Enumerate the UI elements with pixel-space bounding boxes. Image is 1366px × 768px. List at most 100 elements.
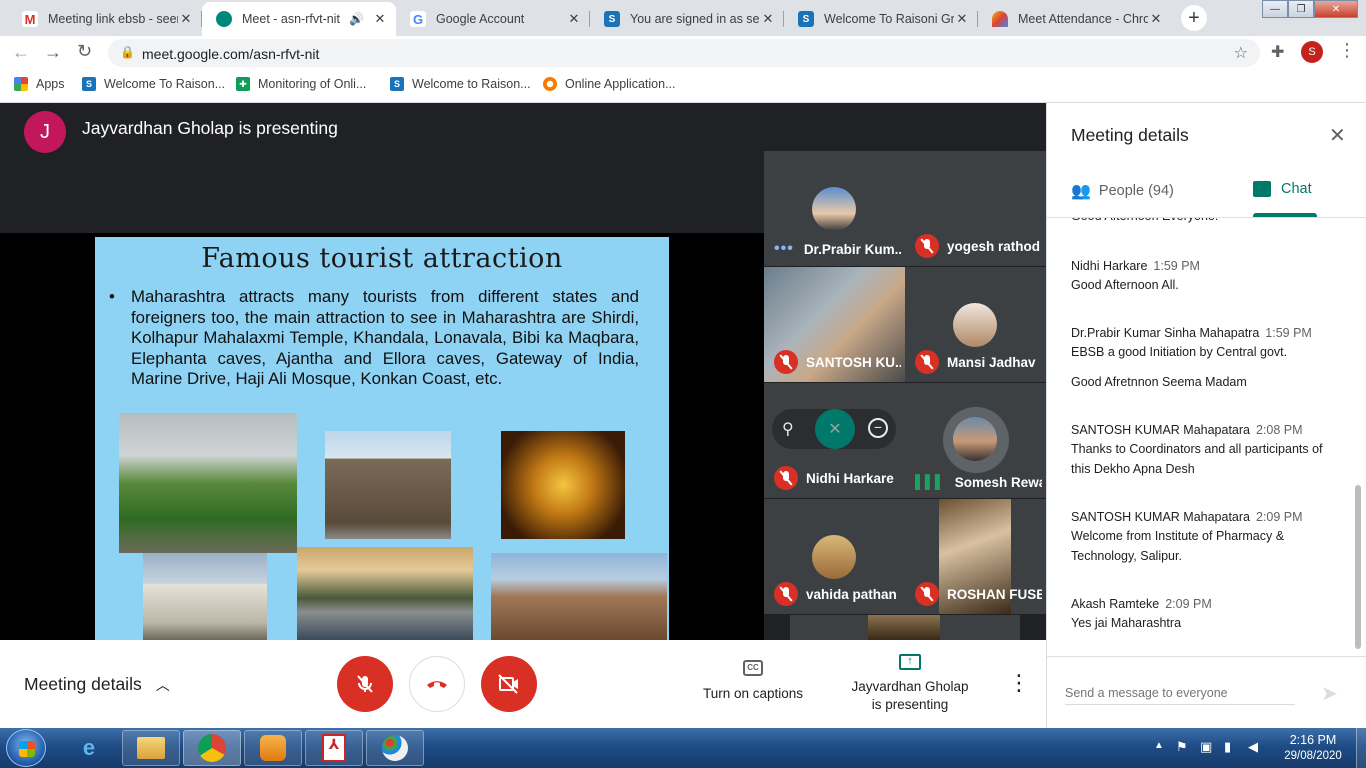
volume-icon[interactable]: ◀ [1248,739,1258,755]
presenting-label-line1: Jayvardhan Gholap [851,679,969,694]
mute-participant-icon[interactable]: ✕ [815,409,855,449]
bookmark-label: Monitoring of Onli... [258,77,367,91]
avatar [953,417,997,461]
tab-signed-in[interactable]: S You are signed in as seem ✕ [590,2,784,36]
reload-icon[interactable]: ↻ [77,41,92,62]
photo-bibi-ka-maqbara [143,553,267,640]
remove-icon[interactable]: − [868,418,888,438]
show-hidden-icons[interactable]: ▲ [1154,740,1164,751]
device-icon[interactable]: ▣ [1200,739,1212,755]
participant-tile[interactable]: SANTOSH KU... [764,267,905,382]
leave-call-button[interactable] [409,656,465,712]
participant-tile[interactable]: ••• Dr.Prabir Kum... [764,151,905,266]
chat-message-input[interactable] [1065,681,1295,705]
avatar [812,187,856,231]
captions-button[interactable]: CC Turn on captions [696,660,810,701]
flag-icon[interactable]: ⚑ [1176,739,1188,755]
taskbar-media-player[interactable] [244,730,302,766]
participant-tile[interactable]: ⚲ ✕ − Nidhi Harkare [764,383,905,498]
photo-hill-road [119,413,297,553]
tab-meet-attendance[interactable]: Meet Attendance - Chro ✕ [978,2,1172,36]
tab-people[interactable]: 👥 People (94) [1071,181,1174,201]
close-icon[interactable]: ✕ [566,11,582,27]
close-panel-icon[interactable]: ✕ [1329,123,1346,148]
forward-icon[interactable]: → [44,42,62,63]
profile-avatar[interactable]: S [1301,41,1323,63]
address-bar[interactable]: 🔒 meet.google.com/asn-rfvt-nit ☆ [108,39,1260,67]
lock-icon[interactable]: 🔒 [120,45,135,59]
taskbar-chrome[interactable] [183,730,241,766]
chat-scrollbar[interactable] [1355,485,1361,649]
message-text: Good Afretnnon Seema Madam [1071,375,1247,389]
chat-message: SANTOSH KUMAR Mahapatara 2:08 PM Thanks t… [1071,420,1341,479]
system-clock[interactable]: 2:16 PM 29/08/2020 [1276,732,1350,764]
extensions-puzzle-icon[interactable]: ✚ [1271,42,1284,62]
network-icon[interactable]: ▮ [1224,739,1231,755]
close-icon[interactable]: ✕ [372,11,388,27]
meet-icon [216,11,232,27]
minimize-button[interactable]: — [1262,0,1288,18]
message-text: Good Afternoon All. [1071,278,1179,292]
participant-tile[interactable]: vahida pathan [764,499,905,614]
presenting-status-button[interactable]: ↑ Jayvardhan Gholap is presenting [840,654,980,714]
taskbar-explorer[interactable] [122,730,180,766]
send-icon[interactable]: ➤ [1321,681,1338,706]
mic-off-icon [915,582,939,606]
presentation-slide: Famous tourist attraction • Maharashtra … [95,237,669,640]
close-icon[interactable]: ✕ [1148,11,1164,27]
camera-toggle-button[interactable] [481,656,537,712]
menu-kebab-icon[interactable]: ⋮ [1338,40,1356,61]
new-tab-button[interactable]: + [1181,5,1207,31]
participant-tile[interactable]: ROSHAN FUSE [905,499,1046,614]
s-icon: S [604,11,620,27]
tab-chat[interactable]: Chat [1253,181,1312,197]
s-icon: S [390,77,404,91]
bookmark-monitoring[interactable]: ✚ Monitoring of Onli... [236,77,366,91]
chat-bubble-icon [1253,181,1271,197]
message-sender: Dr.Prabir Kumar Sinha Mahapatra [1071,326,1260,340]
media-player-icon [260,735,286,761]
chat-message: SANTOSH KUMAR Mahapatara 2:09 PM Welcome … [1071,507,1341,566]
audio-level-icon: ▌▌▌ [915,474,945,490]
meeting-details-label: Meeting details [24,674,142,694]
window-close-button[interactable]: ✕ [1314,0,1358,18]
browser-tab-strip: M Meeting link ebsb - seem ✕ Meet - asn-… [0,0,1366,36]
back-icon[interactable]: ← [12,42,30,63]
speaker-icon[interactable]: 🔊 [349,12,364,26]
tab-gmail[interactable]: M Meeting link ebsb - seem ✕ [8,2,202,36]
video-feed [868,615,940,640]
star-icon[interactable]: ☆ [1234,43,1248,63]
bookmark-raisoni-2[interactable]: S Welcome to Raison... [390,77,531,91]
close-icon[interactable]: ✕ [178,11,194,27]
show-desktop-button[interactable] [1356,728,1366,768]
message-text: EBSB a good Initiation by Central govt. [1071,345,1288,359]
microphone-toggle-button[interactable] [337,656,393,712]
participant-name: yogesh rathod [947,238,1041,254]
tab-raisoni[interactable]: S Welcome To Raisoni Gro ✕ [784,2,978,36]
tab-google-account[interactable]: G Google Account ✕ [396,2,590,36]
tab-meet[interactable]: Meet - asn-rfvt-nit 🔊 ✕ [202,2,396,36]
slide-text: Maharashtra attracts many tourists from … [131,287,639,388]
taskbar-pdf-reader[interactable]: ⅄ [305,730,363,766]
internet-explorer-icon[interactable]: e [64,732,114,764]
meeting-details-button[interactable]: Meeting details ︿ [24,674,170,695]
tile-hover-controls: ⚲ ✕ − [772,409,896,449]
globe-icon [543,77,557,91]
bookmark-raisoni-1[interactable]: S Welcome To Raison... [82,77,225,91]
photo-gateway-of-india [325,431,451,539]
close-icon[interactable]: ✕ [954,11,970,27]
bookmark-online-application[interactable]: Online Application... [543,77,676,91]
participant-tile[interactable]: ▌▌▌ Somesh Rewa... [905,383,1046,498]
participant-tile[interactable]: yogesh rathod [905,151,1046,266]
bookmark-apps[interactable]: Apps [14,77,65,91]
maximize-button[interactable]: ❐ [1288,0,1314,18]
more-options-icon[interactable]: ⋮ [1008,670,1030,696]
pin-icon[interactable]: ⚲ [782,419,794,439]
close-icon[interactable]: ✕ [760,11,776,27]
slide-title: Famous tourist attraction [201,243,563,274]
start-button[interactable] [6,729,46,767]
participant-tile[interactable]: Mansi Jadhav [905,267,1046,382]
message-time: 1:59 PM [1265,326,1312,340]
taskbar-paint[interactable] [366,730,424,766]
closed-captions-icon: CC [743,660,763,676]
